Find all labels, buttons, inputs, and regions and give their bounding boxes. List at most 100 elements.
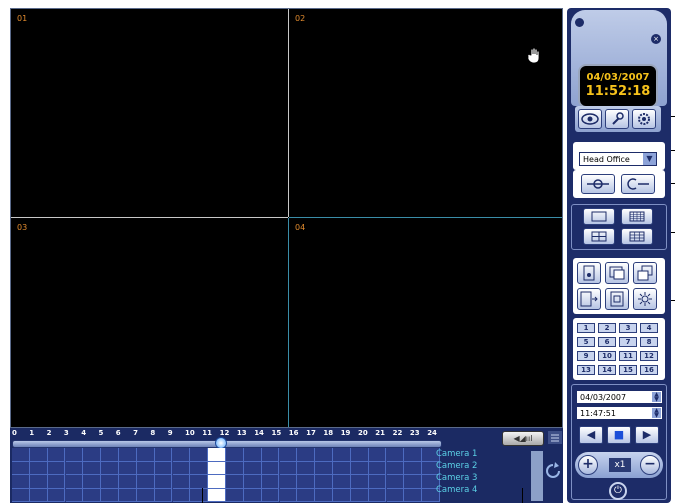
close-icon[interactable]: × (651, 34, 661, 44)
timeline-grid-cell[interactable] (190, 475, 209, 489)
search-tool-button[interactable] (605, 109, 629, 129)
timeline-grid-cell[interactable] (190, 488, 209, 502)
timeline-grid-cell[interactable] (368, 448, 387, 462)
timeline-grid-cell[interactable] (101, 488, 119, 502)
recording-timeline[interactable]: 0 1 2 3 4 5 6 7 8 9 10 11 12 13 14 15 16 17 18 19 20 21 22 23 24… (10, 428, 563, 503)
timeline-grid-cell[interactable] (172, 488, 191, 502)
play-forward-button[interactable]: ▶ (635, 426, 659, 444)
channel-2-button[interactable]: 2 (598, 323, 616, 333)
timeline-grid-cell[interactable] (65, 448, 84, 462)
channel-5-button[interactable]: 5 (577, 337, 595, 347)
timeline-grid-cell[interactable] (190, 461, 209, 475)
timeline-grid-cell[interactable] (333, 448, 351, 462)
timeline-menu-button[interactable] (548, 431, 562, 444)
playback-date-field[interactable]: 04/03/2007 ▲ ▼ (576, 390, 663, 404)
timeline-grid-cell[interactable] (29, 448, 48, 462)
timeline-grid-cell[interactable] (243, 488, 262, 502)
channel-1-view[interactable]: 01 (11, 9, 288, 217)
timeline-grid-cell[interactable] (226, 448, 244, 462)
timeline-grid-cell[interactable] (83, 461, 102, 475)
channel-1-button[interactable]: 1 (577, 323, 595, 333)
timeline-grid-cell[interactable] (350, 475, 369, 489)
channel-7-button[interactable]: 7 (619, 337, 637, 347)
timeline-grid-cell[interactable] (243, 448, 262, 462)
timeline-grid-cell[interactable] (101, 461, 119, 475)
timeline-grid-cell[interactable] (297, 475, 316, 489)
live-view-button[interactable] (578, 109, 602, 129)
timeline-grid-cell[interactable] (154, 461, 173, 475)
timeline-grid-cell[interactable] (315, 448, 333, 462)
site-select[interactable]: Head Office ▼ (579, 152, 657, 166)
timeline-grid-cell[interactable] (83, 488, 102, 502)
timeline-grid-cell[interactable] (279, 448, 298, 462)
channel-16-button[interactable]: 16 (640, 365, 658, 375)
camera-list-scrollbar[interactable] (530, 450, 544, 502)
timeline-grid-cell[interactable] (29, 475, 48, 489)
export-button[interactable] (577, 288, 601, 310)
channel-8-button[interactable]: 8 (640, 337, 658, 347)
timeline-grid-cell[interactable] (243, 461, 262, 475)
timeline-grid-cell[interactable] (190, 448, 209, 462)
timeline-grid-cell[interactable] (208, 461, 226, 475)
layout-2x2-button[interactable] (583, 228, 615, 245)
timeline-grid-cell[interactable] (261, 461, 280, 475)
timeline-grid-cell[interactable] (136, 448, 155, 462)
connect-button[interactable] (581, 174, 615, 194)
timeline-track[interactable] (12, 440, 442, 448)
timeline-grid-cell[interactable] (154, 448, 173, 462)
channel-4-button[interactable]: 4 (640, 323, 658, 333)
timeline-grid-cell[interactable] (154, 475, 173, 489)
timeline-grid-cell[interactable] (279, 488, 298, 502)
timeline-grid-cell[interactable] (172, 461, 191, 475)
timeline-grid-cell[interactable] (315, 461, 333, 475)
power-button[interactable]: ⏻ (609, 482, 627, 500)
timeline-grid-cell[interactable] (172, 475, 191, 489)
timeline-grid-cell[interactable] (226, 488, 244, 502)
timeline-grid-cell[interactable] (83, 448, 102, 462)
playback-time-field[interactable]: 11:47:51 ▲ ▼ (576, 406, 663, 420)
timeline-grid-cell[interactable] (101, 448, 119, 462)
timeline-grid-cell[interactable] (12, 461, 30, 475)
timeline-grid-cell[interactable] (350, 461, 369, 475)
timeline-grid-cell[interactable] (29, 461, 48, 475)
timeline-grid-cell[interactable] (333, 488, 351, 502)
timeline-grid-cell[interactable] (386, 488, 405, 502)
layout-4x4-button[interactable] (621, 208, 653, 225)
slow-down-button[interactable]: − (640, 455, 660, 475)
timeline-grid-cell[interactable] (65, 475, 84, 489)
channel-2-view[interactable]: 02 (289, 9, 562, 217)
timeline-grid-cell[interactable] (65, 461, 84, 475)
timeline-grid-cell[interactable] (136, 461, 155, 475)
copy-button[interactable] (633, 262, 657, 284)
timeline-grid-cell[interactable] (29, 488, 48, 502)
timeline-grid-cell[interactable] (404, 461, 423, 475)
channel-4-view[interactable]: 04 (289, 218, 562, 427)
channel-10-button[interactable]: 10 (598, 351, 616, 361)
video-display-area[interactable]: 01 02 03 04 (10, 8, 563, 428)
timeline-grid-cell[interactable] (386, 448, 405, 462)
timeline-grid-cell[interactable] (47, 461, 66, 475)
channel-9-button[interactable]: 9 (577, 351, 595, 361)
timeline-grid-cell[interactable] (368, 475, 387, 489)
minimize-icon[interactable] (575, 18, 584, 27)
print-button[interactable] (605, 288, 629, 310)
play-reverse-button[interactable]: ◀ (579, 426, 603, 444)
timeline-grid-cell[interactable] (47, 448, 66, 462)
snapshot-button[interactable] (605, 262, 629, 284)
timeline-grid-cell[interactable] (368, 488, 387, 502)
channel-14-button[interactable]: 14 (598, 365, 616, 375)
timeline-grid-cell[interactable] (297, 448, 316, 462)
timeline-grid-cell[interactable] (12, 488, 30, 502)
timeline-grid-cell[interactable] (119, 488, 137, 502)
timeline-record-grid[interactable] (12, 448, 440, 502)
timeline-grid-cell[interactable] (279, 475, 298, 489)
timeline-grid-cell[interactable] (226, 475, 244, 489)
timeline-grid-cell[interactable] (386, 461, 405, 475)
settings-button[interactable] (632, 109, 656, 129)
timeline-grid-cell[interactable] (404, 488, 423, 502)
timeline-grid-cell[interactable] (261, 488, 280, 502)
timeline-grid-cell[interactable] (261, 448, 280, 462)
timeline-grid-cell[interactable] (136, 488, 155, 502)
timeline-grid-cell[interactable] (297, 488, 316, 502)
timeline-grid-cell[interactable] (12, 448, 30, 462)
